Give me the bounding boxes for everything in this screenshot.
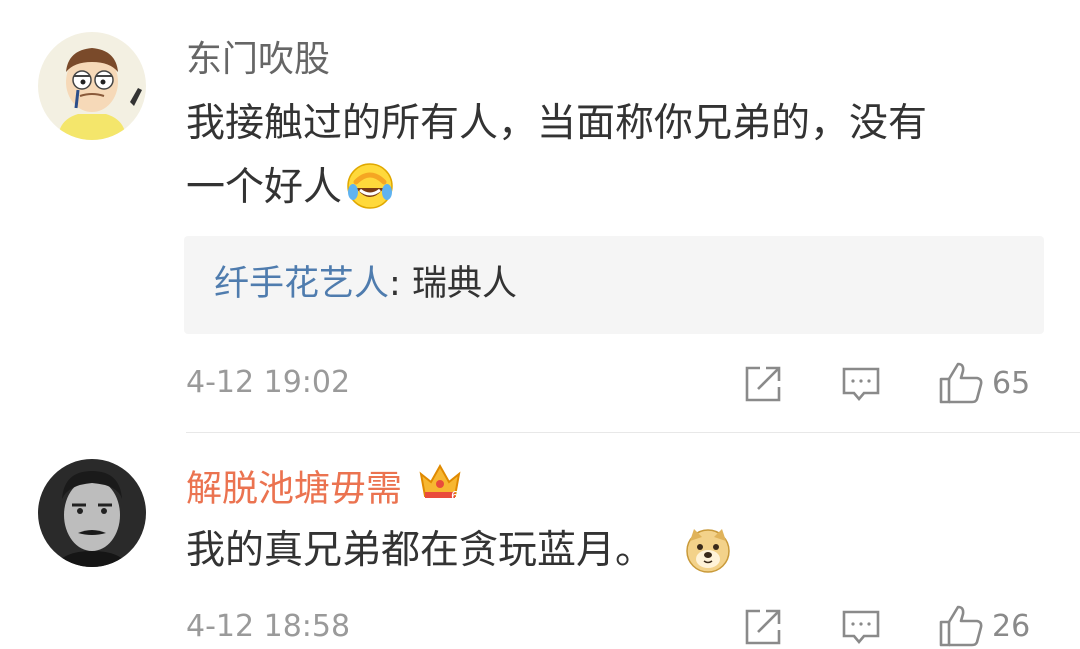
like-button[interactable]: 26 [938,604,1030,648]
username-text[interactable]: 解脱池塘毋需 [186,469,402,510]
crown-icon: 6 [417,462,463,513]
reply-separator: : [389,264,412,304]
comment-icon [842,610,880,645]
reply-text: 纤手花艺人: 瑞典人 [214,261,517,307]
comment-button[interactable] [840,605,882,649]
share-button[interactable] [742,605,784,649]
comment-item: 东门吹股 我接触过的所有人，当面称你兄弟的，没有 一个好人 纤手花艺人: 瑞典人… [0,0,1080,432]
reply-content: 瑞典人 [411,264,517,304]
like-count: 65 [992,365,1031,401]
reply-author[interactable]: 纤手花艺人 [214,264,389,304]
avatar[interactable] [38,32,146,140]
username[interactable]: 东门吹股 [186,38,330,82]
comment-item: 解脱池塘毋需 6 我的真兄弟都在贪玩蓝月。 4-12 18:58 26 [0,433,1080,647]
doge-emoji [684,525,732,573]
share-icon [745,609,781,645]
laugh-cry-emoji [346,162,394,210]
comment-text: 我的真兄弟都在贪玩蓝月。 [186,519,1046,583]
comment-text-fragment: 一个好人 [186,165,343,210]
like-button[interactable]: 65 [938,361,1030,405]
comment-text: 我接触过的所有人，当面称你兄弟的，没有 一个好人 [186,92,1046,220]
comment-text-line: 一个好人 [186,156,1046,220]
reply-box[interactable]: 纤手花艺人: 瑞典人 [184,236,1044,334]
share-button[interactable] [742,362,784,406]
timestamp: 4-12 18:58 [186,609,351,644]
timestamp: 4-12 19:02 [186,365,351,400]
thumbs-up-icon [939,362,983,404]
avatar[interactable] [38,459,146,567]
comment-button[interactable] [840,362,882,406]
share-icon [745,366,781,402]
comment-text-line: 我接触过的所有人，当面称你兄弟的，没有 [186,101,928,146]
comment-text-fragment: 我的真兄弟都在贪玩蓝月。 [186,528,655,573]
username: 解脱池塘毋需 6 [186,462,463,516]
svg-text:6: 6 [451,489,459,502]
comment-icon [842,367,880,402]
like-count: 26 [992,608,1031,644]
thumbs-up-icon [939,605,983,647]
